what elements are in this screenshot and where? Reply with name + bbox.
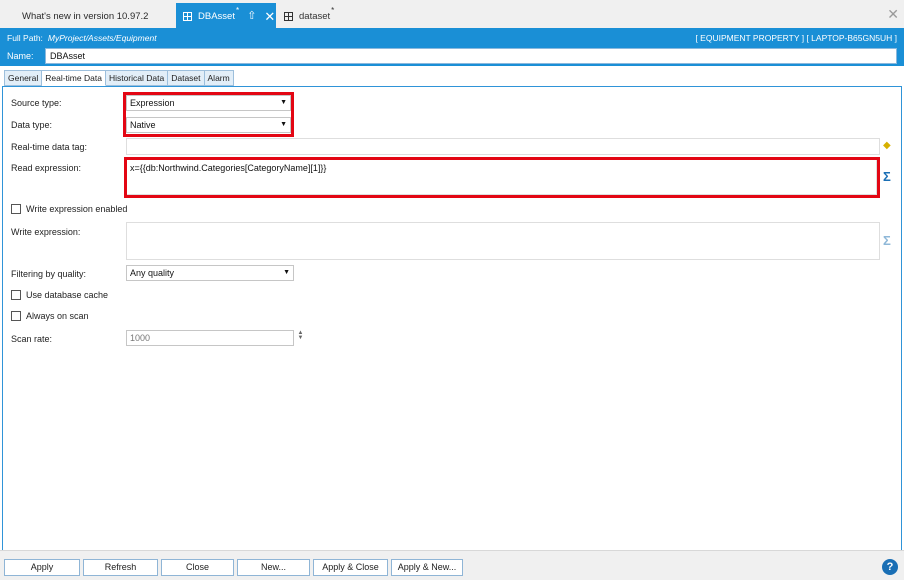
data-type-label: Data type: bbox=[11, 120, 53, 130]
always-scan-label: Always on scan bbox=[26, 311, 89, 321]
tab-label: dataset bbox=[299, 10, 331, 22]
full-path-label: Full Path: bbox=[7, 33, 43, 43]
tab-general[interactable]: General bbox=[4, 70, 43, 86]
use-cache-checkbox[interactable]: Use database cache bbox=[11, 290, 108, 300]
tab-alarm[interactable]: Alarm bbox=[204, 70, 234, 86]
tab-dataset[interactable]: Dataset bbox=[168, 70, 205, 86]
checkbox-box[interactable] bbox=[11, 290, 21, 300]
modified-marker: * bbox=[331, 5, 335, 15]
sigma-icon[interactable]: Σ bbox=[883, 233, 891, 248]
filtering-select[interactable]: Any quality ▼ bbox=[126, 265, 294, 281]
close-icon[interactable]: ✕ bbox=[264, 10, 275, 23]
checkbox-box[interactable] bbox=[11, 204, 21, 214]
modified-marker: * bbox=[235, 5, 240, 15]
full-path-row: Full Path: MyProject/Assets/Equipment [ … bbox=[7, 33, 897, 45]
refresh-button[interactable]: Refresh bbox=[83, 559, 158, 576]
filtering-value: Any quality bbox=[130, 268, 175, 278]
window-close-icon[interactable]: ✕ bbox=[887, 6, 899, 23]
help-icon[interactable]: ? bbox=[882, 559, 898, 575]
apply-button[interactable]: Apply bbox=[4, 559, 80, 576]
pin-icon[interactable]: ⇧ bbox=[247, 10, 256, 22]
highlight-box bbox=[124, 157, 880, 198]
tab-label: What's new in version 10.97.2 bbox=[22, 10, 149, 22]
write-enabled-label: Write expression enabled bbox=[26, 204, 128, 214]
realtime-tag-input[interactable] bbox=[126, 138, 880, 155]
property-header: Full Path: MyProject/Assets/Equipment [ … bbox=[0, 29, 904, 66]
tab-real-time-data[interactable]: Real-time Data bbox=[42, 70, 106, 86]
tab-whats-new[interactable]: What's new in version 10.97.2 bbox=[4, 3, 174, 29]
new-button[interactable]: New... bbox=[237, 559, 310, 576]
sigma-icon[interactable]: Σ bbox=[883, 169, 891, 184]
table-icon bbox=[284, 11, 293, 21]
tab-historical-data[interactable]: Historical Data bbox=[105, 70, 169, 86]
realtime-tag-label: Real-time data tag: bbox=[11, 142, 88, 152]
table-icon bbox=[183, 11, 192, 21]
source-type-label: Source type: bbox=[11, 98, 62, 108]
document-tab-strip: What's new in version 10.97.2 DBAsset * … bbox=[0, 0, 904, 29]
property-context: [ EQUIPMENT PROPERTY ] [ LAPTOP-B65GN5UH… bbox=[695, 33, 897, 43]
scan-rate-label: Scan rate: bbox=[11, 334, 53, 344]
tab-dbasset[interactable]: DBAsset * ⇧ ✕ bbox=[176, 3, 276, 29]
tab-dataset[interactable]: dataset * bbox=[278, 3, 368, 29]
write-expression-label: Write expression: bbox=[11, 227, 81, 237]
name-label: Name: bbox=[7, 51, 34, 61]
write-enabled-checkbox[interactable]: Write expression enabled bbox=[11, 204, 127, 214]
action-bar: Apply Refresh Close New... Apply & Close… bbox=[0, 550, 904, 580]
real-time-data-panel: Source type: Expression ▼ Data type: Nat… bbox=[2, 86, 902, 550]
chevron-down-icon: ▼ bbox=[283, 269, 290, 276]
write-expression-input[interactable] bbox=[126, 222, 880, 260]
use-cache-label: Use database cache bbox=[26, 290, 109, 300]
tab-label: DBAsset bbox=[198, 10, 235, 22]
apply-new-button[interactable]: Apply & New... bbox=[391, 559, 463, 576]
filtering-label: Filtering by quality: bbox=[11, 269, 87, 279]
tag-icon[interactable]: ◆ bbox=[883, 140, 891, 151]
highlight-box bbox=[123, 92, 294, 137]
read-expression-label: Read expression: bbox=[11, 163, 82, 173]
property-tabs: General Real-time Data Historical Data D… bbox=[4, 70, 234, 86]
close-button[interactable]: Close bbox=[161, 559, 234, 576]
full-path-value[interactable]: MyProject/Assets/Equipment bbox=[48, 33, 157, 45]
apply-close-button[interactable]: Apply & Close bbox=[313, 559, 388, 576]
always-scan-checkbox[interactable]: Always on scan bbox=[11, 311, 89, 321]
scan-rate-spinner[interactable]: ▲ ▼ bbox=[297, 330, 304, 341]
scan-rate-input[interactable]: 1000 bbox=[126, 330, 294, 346]
checkbox-box[interactable] bbox=[11, 311, 21, 321]
spin-down-icon[interactable]: ▼ bbox=[297, 335, 304, 341]
name-input[interactable] bbox=[45, 48, 897, 64]
